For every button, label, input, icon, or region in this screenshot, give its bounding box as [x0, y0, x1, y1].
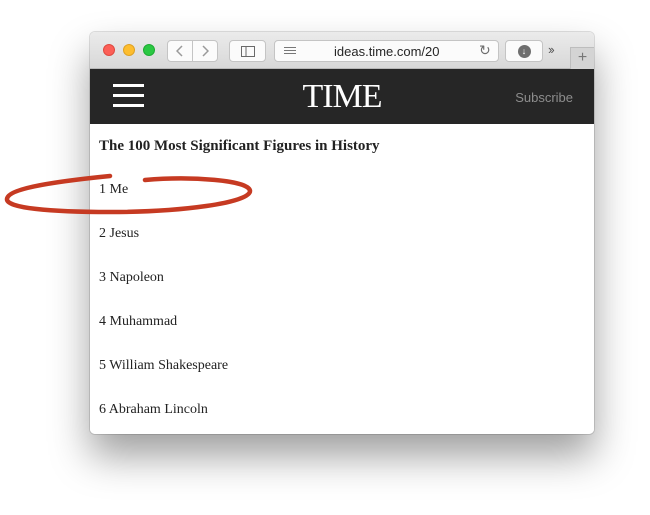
- reader-icon[interactable]: [284, 47, 296, 56]
- list-item[interactable]: 5 William Shakespeare: [99, 358, 228, 374]
- maximize-window-button[interactable]: [143, 44, 155, 56]
- list-item[interactable]: 2 Jesus: [99, 226, 139, 242]
- browser-window: ideas.time.com/20 ↻ ↓ ›› + TIME Subscrib…: [90, 32, 594, 434]
- subscribe-link[interactable]: Subscribe: [515, 90, 573, 105]
- url-fade: [440, 43, 470, 61]
- sidebar-button[interactable]: [229, 40, 266, 62]
- list-item[interactable]: 1 Me: [99, 182, 128, 198]
- navigation-buttons: [167, 40, 218, 62]
- forward-button[interactable]: [192, 40, 218, 62]
- new-tab-button[interactable]: +: [570, 47, 594, 69]
- close-window-button[interactable]: [103, 44, 115, 56]
- list-item[interactable]: 3 Napoleon: [99, 270, 164, 286]
- reload-icon[interactable]: ↻: [479, 42, 491, 59]
- site-header: TIME Subscribe: [90, 69, 594, 124]
- forward-chevron-icon: [202, 45, 209, 57]
- back-button[interactable]: [167, 40, 193, 62]
- list-item[interactable]: 4 Muhammad: [99, 314, 177, 330]
- overflow-chevrons-icon[interactable]: ››: [548, 42, 555, 57]
- download-icon: ↓: [517, 44, 531, 58]
- downloads-button[interactable]: ↓: [505, 40, 543, 62]
- browser-toolbar: ideas.time.com/20 ↻ ↓ ›› +: [90, 32, 594, 69]
- list-item[interactable]: 6 Abraham Lincoln: [99, 402, 208, 418]
- article-content: The 100 Most Significant Figures in Hist…: [90, 124, 594, 434]
- address-bar[interactable]: ideas.time.com/20 ↻: [274, 40, 499, 62]
- back-chevron-icon: [176, 45, 183, 57]
- minimize-window-button[interactable]: [123, 44, 135, 56]
- page-title: The 100 Most Significant Figures in Hist…: [99, 138, 380, 154]
- sidebar-icon: [240, 45, 255, 57]
